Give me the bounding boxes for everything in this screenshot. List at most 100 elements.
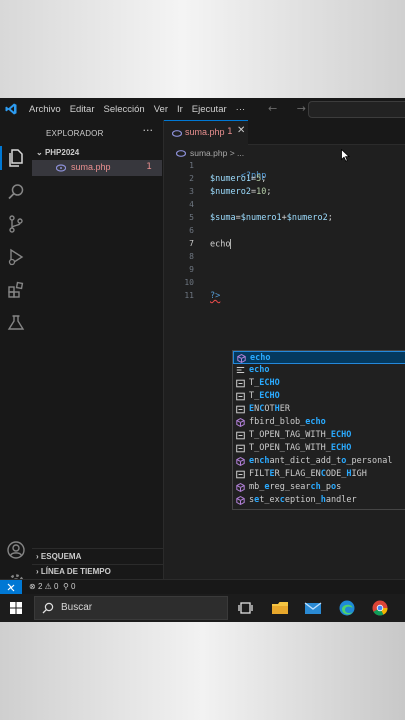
suggestion-item[interactable]: mb_ereg_search_pos xyxy=(233,481,405,494)
line-number: 9 xyxy=(189,265,194,274)
editor-tabs: suma.php 1 ✕ xyxy=(164,120,405,145)
token: $numero2 xyxy=(286,213,328,223)
menu-editar[interactable]: Editar xyxy=(70,104,95,115)
vscode-logo-icon xyxy=(5,103,17,115)
suggestion-item[interactable]: fbird_blob_echo xyxy=(233,416,405,429)
file-name: suma.php xyxy=(71,162,111,172)
warning-count: 0 xyxy=(54,582,59,591)
file-problem-count: 1 xyxy=(146,162,152,172)
mail-icon[interactable] xyxy=(304,599,322,617)
snippet-icon xyxy=(236,367,245,373)
suggestion-label: T_ECHO xyxy=(249,391,280,401)
suggestion-label: echo xyxy=(249,365,270,375)
token: ; xyxy=(327,213,333,223)
code-line-11: ?> xyxy=(210,291,220,301)
account-icon[interactable] xyxy=(6,540,26,560)
line-number: 8 xyxy=(189,252,194,261)
ports-count: 0 xyxy=(71,582,76,591)
explorer-icon[interactable] xyxy=(6,148,26,168)
line-number: 1 xyxy=(189,161,194,170)
run-debug-icon[interactable] xyxy=(6,247,26,267)
code-line-7: echo xyxy=(210,239,232,250)
constant-icon xyxy=(236,431,245,440)
method-icon xyxy=(236,457,245,466)
search-icon[interactable] xyxy=(6,182,26,202)
error-count: 2 xyxy=(37,582,43,591)
suggestion-label: fbird_blob_echo xyxy=(249,417,326,427)
constant-icon xyxy=(236,444,245,453)
menu-ejecutar[interactable]: Ejecutar xyxy=(192,104,227,115)
testing-flask-icon[interactable] xyxy=(6,313,26,333)
file-explorer-icon[interactable] xyxy=(271,599,289,617)
suggestion-item[interactable]: T_ECHO xyxy=(233,377,405,390)
file-suma-php[interactable]: suma.php 1 xyxy=(32,160,162,176)
suggestion-item[interactable]: T_OPEN_TAG_WITH_ECHO xyxy=(233,429,405,442)
php-file-icon xyxy=(56,164,66,172)
taskbar-search[interactable]: Buscar xyxy=(34,596,228,620)
code-line-5: $suma=$numero1+$numero2; xyxy=(210,213,333,223)
line-number: 3 xyxy=(189,187,194,196)
suggestion-label: T_ECHO xyxy=(249,378,280,388)
line-number: 5 xyxy=(189,213,194,222)
suggestion-item[interactable]: set_exception_handler xyxy=(233,494,405,507)
suggestion-label: T_OPEN_TAG_WITH_ECHO xyxy=(249,443,352,453)
suggestion-item[interactable]: FILTER_FLAG_ENCODE_HIGH xyxy=(233,468,405,481)
problems-status[interactable]: ⊗ 2 ⚠ 0 ⚲ 0 xyxy=(29,582,75,591)
breadcrumb-path[interactable]: suma.php > ... xyxy=(190,148,244,158)
suggestion-label: ENCOTHER xyxy=(249,404,290,414)
task-view-icon[interactable] xyxy=(237,599,255,617)
token: echo xyxy=(210,239,231,250)
php-close-tag: ?> xyxy=(210,291,221,301)
extensions-icon[interactable] xyxy=(6,280,26,300)
explorer-title: EXPLORADOR xyxy=(46,129,104,138)
ports-icon: ⚲ xyxy=(62,582,69,591)
line-number-current: 7 xyxy=(189,239,194,248)
code-line-3: $numero2=10; xyxy=(210,187,271,197)
suggestion-label: FILTER_FLAG_ENCODE_HIGH xyxy=(249,469,367,479)
suggestion-item[interactable]: T_ECHO xyxy=(233,390,405,403)
warning-icon: ⚠ xyxy=(44,582,52,591)
line-number: 10 xyxy=(184,278,194,287)
constant-icon xyxy=(236,405,245,414)
remote-indicator[interactable] xyxy=(0,580,22,595)
suggestion-item[interactable]: echo xyxy=(233,351,405,364)
menu-seleccion[interactable]: Selección xyxy=(104,104,145,115)
method-icon xyxy=(236,483,245,492)
text-cursor xyxy=(230,239,232,249)
tab-close-button[interactable]: ✕ xyxy=(237,125,245,136)
explorer-more-button[interactable]: ··· xyxy=(143,124,154,137)
mouse-pointer-icon xyxy=(341,149,350,162)
timeline-section[interactable]: › LÍNEA DE TIEMPO xyxy=(36,567,111,576)
suggestion-label: enchant_dict_add_to_personal xyxy=(249,456,393,466)
menu-ir[interactable]: Ir xyxy=(177,104,183,115)
suggestion-item[interactable]: enchant_dict_add_to_personal xyxy=(233,455,405,468)
tab-label: suma.php xyxy=(185,127,225,137)
suggestion-item[interactable]: T_OPEN_TAG_WITH_ECHO xyxy=(233,442,405,455)
menu-more[interactable]: ··· xyxy=(236,104,246,115)
folder-label: PHP2024 xyxy=(44,148,80,157)
edge-browser-icon[interactable] xyxy=(338,599,356,617)
tab-suma-php[interactable]: suma.php 1 ✕ xyxy=(164,120,248,145)
token: $numero2 xyxy=(210,187,251,197)
activity-bar xyxy=(0,120,32,590)
windows-start-icon[interactable] xyxy=(10,602,22,614)
suggestion-item[interactable]: echo xyxy=(233,364,405,377)
folder-php2024[interactable]: ⌄ PHP2024 xyxy=(36,148,79,157)
divider xyxy=(32,564,163,565)
constant-icon xyxy=(236,392,245,401)
constant-icon xyxy=(236,379,245,388)
line-number: 4 xyxy=(189,200,194,209)
menu-archivo[interactable]: Archivo xyxy=(29,104,61,115)
search-icon xyxy=(42,602,54,614)
chrome-browser-icon[interactable] xyxy=(371,599,389,617)
breadcrumb: suma.php > ... xyxy=(164,145,405,161)
source-control-icon[interactable] xyxy=(6,214,26,234)
menu-ver[interactable]: Ver xyxy=(154,104,168,115)
tab-problem-count: 1 xyxy=(227,127,233,137)
outline-section[interactable]: › ESQUEMA xyxy=(36,552,81,561)
suggestion-label: mb_ereg_search_pos xyxy=(249,482,342,492)
method-icon xyxy=(237,354,246,363)
constant-icon xyxy=(236,470,245,479)
suggestion-item[interactable]: ENCOTHER xyxy=(233,403,405,416)
command-center-search[interactable] xyxy=(308,101,405,118)
